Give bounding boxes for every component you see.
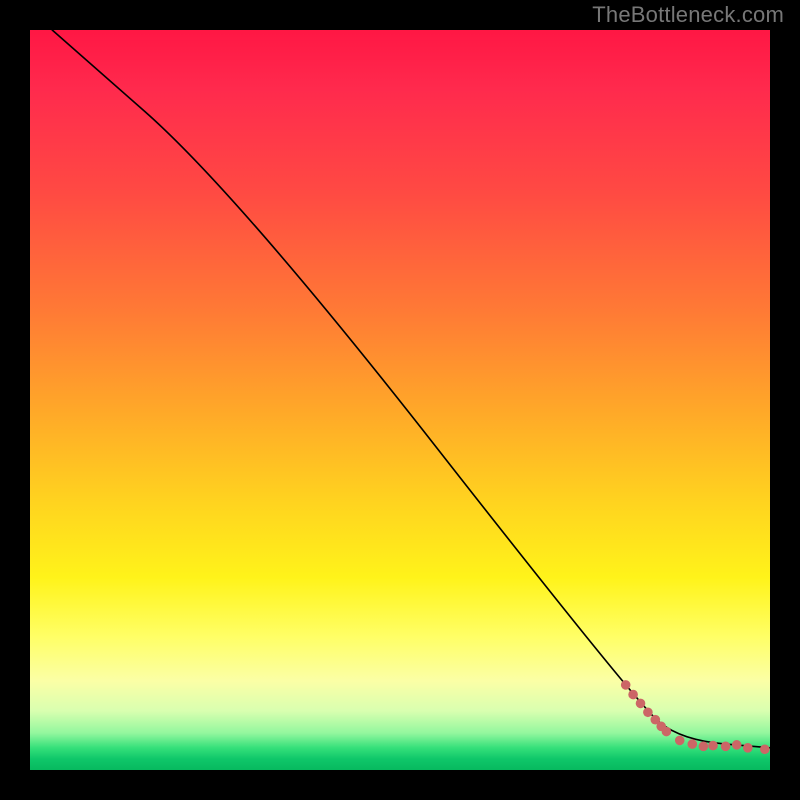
data-point xyxy=(760,744,770,754)
chart-svg xyxy=(30,30,770,770)
data-point xyxy=(699,742,709,752)
data-point xyxy=(743,743,753,753)
data-point xyxy=(687,739,697,749)
data-point xyxy=(662,727,672,737)
data-point xyxy=(628,690,638,700)
data-point xyxy=(621,680,631,690)
markers-group xyxy=(621,680,770,754)
plot-area xyxy=(30,30,770,770)
chart-frame: TheBottleneck.com xyxy=(0,0,800,800)
data-point xyxy=(708,741,718,751)
curve-group xyxy=(52,30,770,748)
data-point xyxy=(675,736,685,746)
data-point xyxy=(721,742,731,752)
data-point xyxy=(636,699,646,709)
watermark-text: TheBottleneck.com xyxy=(592,2,784,28)
bottleneck-curve xyxy=(52,30,770,748)
data-point xyxy=(643,707,653,717)
data-point xyxy=(732,740,742,750)
